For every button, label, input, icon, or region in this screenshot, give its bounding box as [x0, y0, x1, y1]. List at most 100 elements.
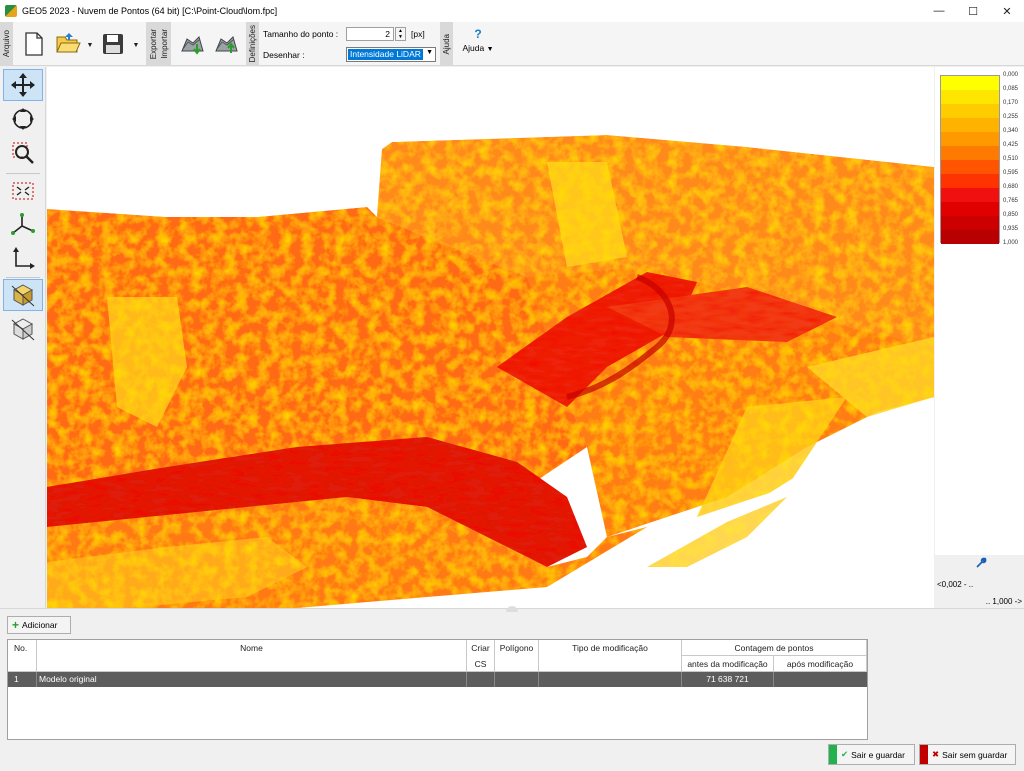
import-button[interactable] [178, 28, 206, 60]
add-button[interactable]: + Adicionar [7, 616, 71, 634]
app-window: GEO5 2023 - Nuvem de Pontos (64 bit) [C:… [0, 0, 1024, 771]
window-controls: — ☐ ✕ [922, 0, 1024, 22]
legend-swatch [941, 104, 999, 118]
export-cloud-icon [215, 36, 238, 53]
import-cloud-icon [181, 36, 204, 55]
legend-color-scale [940, 75, 1000, 244]
legend-label: 0,680 [1003, 184, 1019, 190]
help-button[interactable]: ? Ajuda ▼ [460, 27, 496, 53]
exit-without-save-button[interactable]: ✖ Sair sem guardar [919, 744, 1016, 765]
fit-extents-icon [12, 182, 34, 200]
save-exit-button[interactable]: ✔ Sair e guardar [828, 744, 915, 765]
row-tipo [539, 672, 682, 687]
point-cloud-viewport[interactable] [47, 67, 934, 608]
point-size-spinner[interactable]: ▲ ▼ [395, 27, 406, 41]
tab-ajuda-label: Ajuda [442, 33, 451, 55]
axes-3d-button[interactable] [3, 209, 43, 241]
legend-swatch [941, 174, 999, 188]
table-row[interactable]: 1 Modelo original 71 638 721 [8, 672, 867, 687]
tool-separator [6, 173, 40, 174]
tab-exportar-label: Exportar [148, 28, 158, 60]
move-arrows-icon [11, 73, 35, 97]
legend-label: 0,510 [1003, 156, 1019, 162]
left-toolbar [0, 67, 46, 608]
wrench-icon[interactable] [975, 557, 987, 569]
column-header-criar: Criar [467, 640, 495, 656]
tab-definicoes-label: Definições [248, 25, 257, 63]
open-dropdown-icon[interactable]: ▼ [86, 42, 94, 50]
save-exit-label: Sair e guardar [851, 749, 905, 760]
column-header-nome: Nome [37, 640, 467, 672]
legend-swatch [941, 216, 999, 230]
minimize-button[interactable]: — [922, 0, 956, 22]
point-size-unit: [px] [411, 29, 425, 39]
rotate-tool-button[interactable] [3, 103, 43, 135]
fit-view-button[interactable] [3, 175, 43, 207]
wire-cube-icon [11, 318, 35, 341]
chevron-down-icon: ▼ [426, 49, 433, 56]
maximize-button[interactable]: ☐ [956, 0, 990, 22]
row-no: 1 [8, 672, 37, 687]
point-size-input[interactable]: 2 [346, 27, 394, 41]
row-antes: 71 638 721 [682, 672, 774, 687]
point-size-label: Tamanho do ponto : [263, 29, 339, 39]
column-header-contagem: Contagem de pontos [682, 640, 867, 656]
move-tool-button[interactable] [3, 69, 43, 101]
new-file-button[interactable] [20, 28, 48, 60]
panel-splitter[interactable] [0, 606, 1024, 613]
tab-definicoes[interactable]: Definições [246, 22, 259, 66]
row-poligono [495, 672, 539, 687]
draw-mode-select[interactable]: Intensidade LiDAR ▼ [346, 47, 436, 62]
save-file-button[interactable] [99, 28, 127, 60]
legend-swatch [941, 146, 999, 160]
exit-nosave-label: Sair sem guardar [942, 749, 1008, 760]
save-dropdown-icon[interactable]: ▼ [132, 42, 140, 50]
range-max-label[interactable]: .. 1,000 -> [986, 597, 1022, 606]
column-header-no: No. [8, 640, 37, 672]
legend-label: 0,255 [1003, 114, 1019, 120]
tab-importar-exportar[interactable]: Exportar Importar [146, 22, 171, 66]
column-header-poligono: Polígono [495, 640, 539, 672]
open-file-button[interactable] [54, 28, 82, 60]
title-bar: GEO5 2023 - Nuvem de Pontos (64 bit) [C:… [0, 0, 1024, 22]
range-min-label[interactable]: <0,002 - .. [937, 580, 973, 589]
legend-label: 0,000 [1003, 72, 1019, 78]
open-folder-icon [56, 33, 81, 53]
tool-separator [6, 277, 40, 278]
modifications-table: No. Nome Criar CS Polígono Tipo de modif… [7, 639, 868, 740]
export-button[interactable] [212, 28, 240, 60]
save-disk-icon [103, 34, 123, 54]
axes-2d-icon [13, 247, 35, 269]
column-header-cs: CS [467, 656, 495, 672]
legend-swatch [941, 202, 999, 216]
color-legend: 0,000 0,085 0,170 0,255 0,340 0,425 0,51… [935, 67, 1024, 608]
help-dropdown-icon: ▼ [486, 46, 494, 53]
legend-label: 1,000 [1003, 240, 1019, 246]
legend-label: 0,340 [1003, 128, 1019, 134]
checkmark-glyph-icon: ✔ [841, 749, 849, 759]
help-question-icon: ? [474, 27, 482, 41]
axes-3d-icon [11, 213, 35, 235]
legend-label: 0,595 [1003, 170, 1019, 176]
top-toolbar: Arquivo ▼ ▼ Exportar Importar Definições… [0, 22, 1024, 66]
solid-cube-icon [11, 284, 35, 307]
row-criar-cs [467, 672, 495, 687]
row-apos [774, 672, 867, 687]
wireframe-view-button[interactable] [3, 313, 43, 345]
close-button[interactable]: ✕ [990, 0, 1024, 22]
legend-label: 0,425 [1003, 142, 1019, 148]
tab-ajuda[interactable]: Ajuda [440, 22, 453, 66]
legend-label: 0,935 [1003, 226, 1019, 232]
zoom-magnifier-icon [12, 142, 34, 164]
legend-swatch [941, 76, 999, 90]
x-glyph-icon: ✖ [932, 749, 940, 759]
zoom-tool-button[interactable] [3, 137, 43, 169]
axes-2d-button[interactable] [3, 243, 43, 275]
splitter-grip[interactable] [506, 606, 518, 612]
solid-view-button[interactable] [3, 279, 43, 311]
add-button-label: Adicionar [22, 620, 58, 630]
legend-swatch [941, 118, 999, 132]
window-title: GEO5 2023 - Nuvem de Pontos (64 bit) [C:… [22, 6, 278, 16]
tab-arquivo[interactable]: Arquivo [0, 22, 13, 66]
app-logo-icon [5, 5, 17, 17]
